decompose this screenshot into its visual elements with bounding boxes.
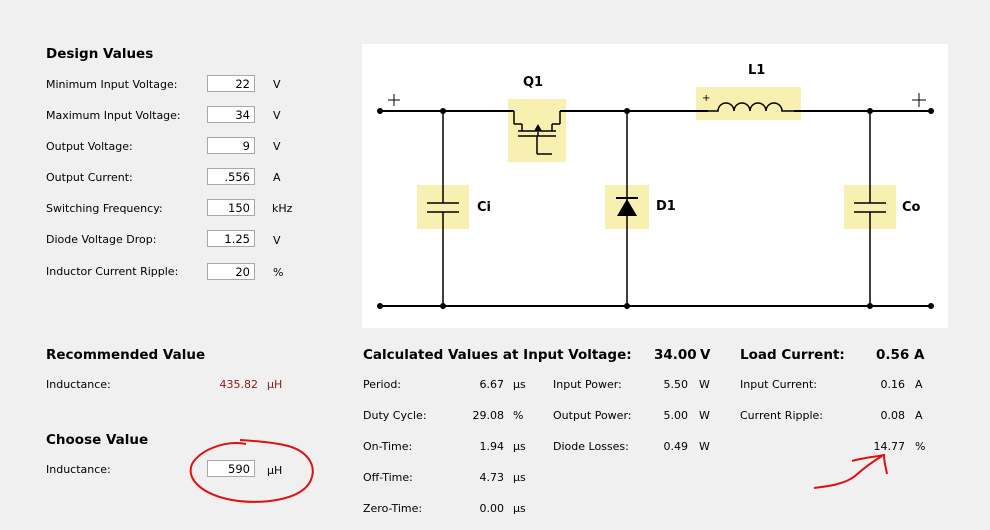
annotation-overlay	[189, 439, 888, 503]
red-circle-annotation	[189, 439, 314, 503]
red-arrow-annotation	[813, 455, 883, 489]
